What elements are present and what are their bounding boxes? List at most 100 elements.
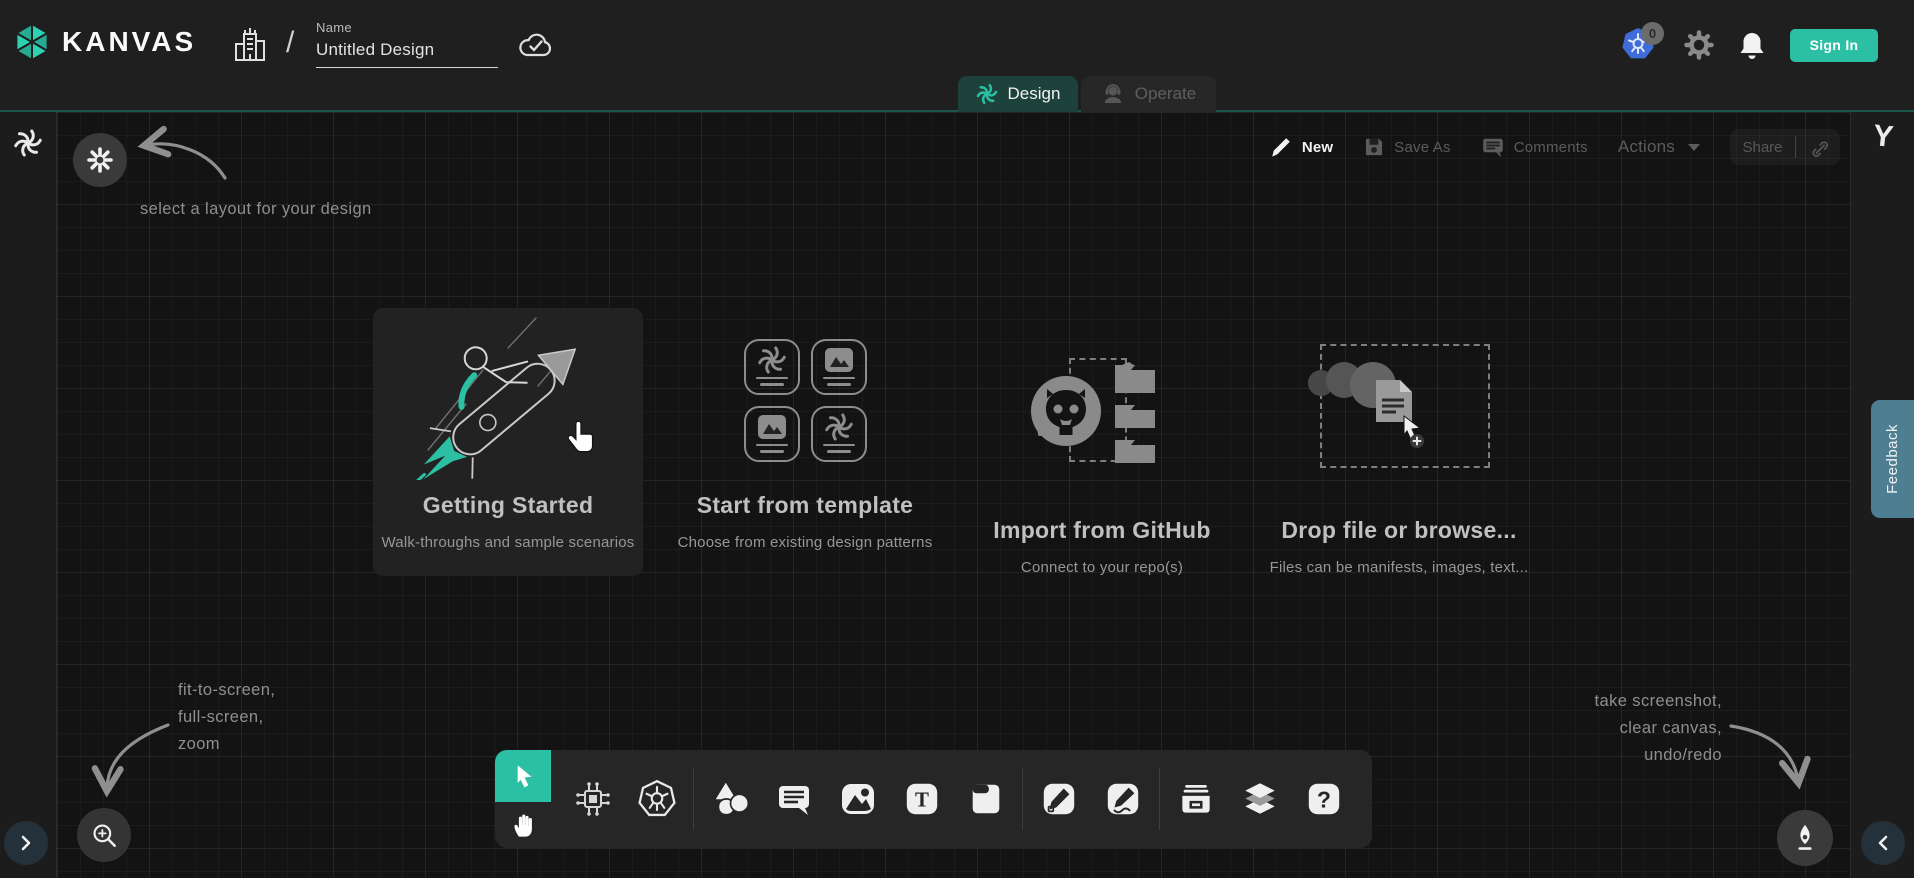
hint-line: undo/redo [1552,742,1722,769]
zoom-hint-text: fit-to-screen, full-screen, zoom [178,677,275,758]
pen-nib-icon [1791,823,1819,853]
card-title: Getting Started [423,492,594,519]
sticky-note-tool-button[interactable] [954,750,1018,848]
save-as-label: Save As [1394,139,1450,156]
comment-bubble-icon [1481,135,1505,159]
save-as-button[interactable]: Save As [1363,136,1450,158]
sign-in-button[interactable]: Sign In [1790,29,1878,62]
y-mark-icon: Y [1871,119,1894,155]
card-subtitle: Connect to your repo(s) [1021,559,1183,576]
file-document-icon [1374,378,1432,450]
toolbar-divider [1159,768,1160,830]
status-badge: 0 [1641,22,1664,45]
feedback-label: Feedback [1884,424,1901,494]
card-subtitle: Files can be manifests, images, text... [1270,559,1529,576]
mini-card-image [744,406,800,462]
spiral-mark-icon[interactable] [13,128,43,158]
shapes-tool-button[interactable] [698,750,762,848]
actions-label: Actions [1618,137,1675,157]
brand-logo[interactable]: KANVAS [12,22,196,62]
feedback-tab[interactable]: Feedback [1871,400,1914,518]
pencil-tool-button[interactable] [1091,750,1155,848]
card-title: Import from GitHub [993,517,1211,544]
pencil-icon [1104,780,1142,818]
github-octocat-icon [1029,374,1103,448]
toolbar-divider [1022,768,1023,830]
card-drop-file[interactable]: Drop file or browse... Files can be mani… [1264,308,1534,576]
text-tool-glyph: T [915,788,929,812]
screenshot-hint-text: take screenshot, clear canvas, undo/redo [1552,688,1722,769]
actions-dropdown[interactable]: Actions [1618,137,1700,157]
header-bar: KANVAS / Name [0,0,1914,110]
template-mini-grid [744,339,867,462]
name-label: Name [316,20,498,35]
design-name-input[interactable] [316,35,498,68]
header-right-cluster: 0 Sign In [1620,26,1878,64]
kanvas-hexagon-logo-icon [12,22,52,62]
pencil-new-icon [1269,135,1293,159]
help-tool-button[interactable]: ? [1292,750,1356,848]
mini-card-image [811,339,867,395]
cloud-saved-icon [517,30,555,60]
share-label: Share [1742,139,1782,156]
caret-down-icon [1688,144,1700,151]
drawer-tool-button[interactable] [1164,750,1228,848]
comments-button[interactable]: Comments [1481,135,1588,159]
select-layout-button[interactable] [73,133,127,187]
sketch-pen-button[interactable] [1777,810,1833,866]
card-getting-started[interactable]: Getting Started Walk-throughs and sample… [373,308,643,576]
card-subtitle: Walk-throughs and sample scenarios [381,534,634,551]
canvas-action-toolbar: New Save As [1269,128,1840,166]
drawer-icon [1175,778,1217,820]
left-edge-panel [0,112,57,878]
share-button[interactable]: Share [1730,129,1840,165]
layers-tool-button[interactable] [1228,750,1292,848]
toolbar-divider [693,768,694,830]
hint-line: fit-to-screen, [178,677,275,704]
building-icon[interactable] [230,24,270,66]
tool-dock: T [495,750,1372,848]
card-subtitle: Choose from existing design patterns [678,534,933,551]
body-row: New Save As [0,112,1914,878]
image-icon [838,779,878,819]
card-title: Drop file or browse... [1281,517,1516,544]
sticky-note-icon [967,780,1005,818]
zoom-button[interactable] [77,808,131,862]
pointer-tool-column [495,750,551,848]
select-tool-button[interactable] [495,750,551,802]
template-illustration [670,308,940,480]
tool-row: T [551,750,1372,848]
zoom-in-magnifier-icon [90,821,118,849]
layout-hint-text: select a layout for your design [140,196,372,223]
design-canvas[interactable]: New Save As [57,112,1850,878]
kubernetes-tool-button[interactable] [625,750,689,848]
hint-line: take screenshot, [1552,688,1722,715]
operate-headset-icon [1101,82,1125,106]
asterisk-layout-icon [87,147,113,173]
bell-icon[interactable] [1738,30,1766,60]
breadcrumb-separator: / [286,26,294,60]
card-import-from-github[interactable]: Import from GitHub Connect to your repo(… [967,308,1237,576]
getting-started-illustration [373,308,643,480]
pen-tool-button[interactable] [1027,750,1091,848]
collapse-right-panel-button[interactable] [1861,821,1905,865]
card-start-from-template[interactable]: Start from template Choose from existing… [670,308,940,576]
pan-tool-button[interactable] [495,802,551,848]
brand-name: KANVAS [62,26,196,58]
image-tool-button[interactable] [826,750,890,848]
components-tool-button[interactable] [561,750,625,848]
new-button[interactable]: New [1269,135,1333,159]
text-tool-button[interactable]: T [890,750,954,848]
hand-pointer-cursor-icon [565,420,597,456]
mini-card-spiral [811,406,867,462]
tab-design[interactable]: Design [958,76,1078,112]
layers-icon [1239,778,1281,820]
expand-left-panel-button[interactable] [4,821,48,865]
kubernetes-status-button[interactable]: 0 [1620,26,1660,64]
comment-tool-button[interactable] [762,750,826,848]
chevron-left-icon [1875,835,1891,851]
gear-icon[interactable] [1684,30,1714,60]
design-name-field: Name [316,20,498,68]
select-cursor-icon [510,762,536,790]
tab-operate[interactable]: Operate [1081,76,1216,112]
